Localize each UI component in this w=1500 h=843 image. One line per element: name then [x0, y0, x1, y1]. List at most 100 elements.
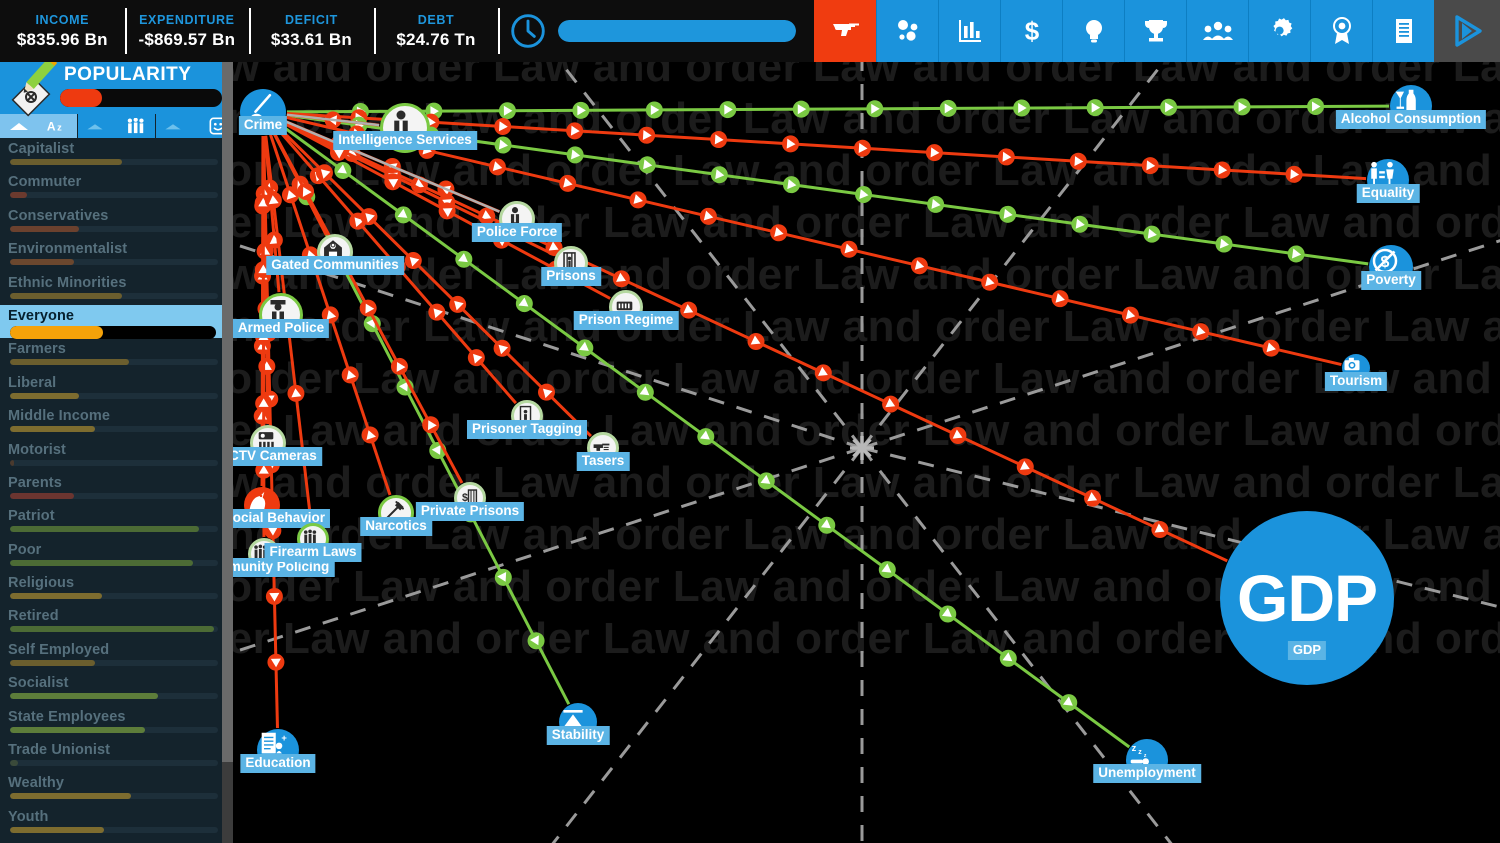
voter-group-row[interactable]: State Employees — [0, 706, 233, 739]
voter-group-bar — [10, 192, 218, 199]
sort-population-button[interactable] — [78, 114, 156, 138]
voter-group-label: Motorist — [8, 441, 66, 458]
voter-group-row[interactable]: Socialist — [0, 672, 233, 705]
tab-awards[interactable] — [1310, 0, 1373, 62]
graph-node-firearm-laws[interactable]: Firearm Laws — [264, 523, 362, 562]
voter-group-row[interactable]: Retired — [0, 605, 233, 638]
voter-group-row[interactable]: Motorist — [0, 439, 233, 472]
voter-group-row[interactable]: Wealthy — [0, 772, 233, 805]
graph-node-label: Firearm Laws — [264, 543, 362, 562]
top-toolbar: INCOME $835.96 Bn EXPENDITURE -$869.57 B… — [0, 0, 1500, 62]
graph-node-poverty[interactable]: $Poverty — [1361, 245, 1421, 290]
policy-link — [286, 116, 1342, 367]
voter-group-bar — [10, 659, 218, 666]
play-icon — [1455, 15, 1482, 47]
tab-voters[interactable] — [1186, 0, 1249, 62]
voter-group-row[interactable]: Self Employed — [0, 639, 233, 672]
camera-icon — [1344, 357, 1360, 371]
voter-group-row[interactable]: Ethnic Minorities — [0, 272, 233, 305]
triangle-up-icon — [10, 123, 28, 130]
voter-group-bar-fill — [10, 526, 200, 533]
voter-group-bar-fill — [10, 793, 131, 800]
pistol-icon — [832, 23, 859, 36]
tab-achievements[interactable] — [1124, 0, 1187, 62]
graph-node-cctv-cameras[interactable]: CCTV Cameras — [233, 425, 322, 466]
graph-node-label: Stability — [546, 726, 610, 745]
voter-group-label: Ethnic Minorities — [8, 274, 127, 291]
stat-deficit: DEFICIT $33.61 Bn — [249, 0, 374, 62]
voter-group-row[interactable]: Youth — [0, 806, 233, 839]
graph-node-label: Prisoner Tagging — [466, 420, 588, 439]
voter-group-row[interactable]: Patriot — [0, 505, 233, 538]
voter-group-row[interactable]: Parents — [0, 472, 233, 505]
svg-text:z: z — [1138, 749, 1142, 756]
tab-policies[interactable] — [1062, 0, 1125, 62]
graph-node-antisocial-behavior[interactable]: Antisocial Behavior — [233, 487, 331, 528]
policy-graph-canvas[interactable]: Law and order Law and order Law and orde… — [233, 62, 1500, 843]
voter-group-bar — [10, 159, 218, 165]
graph-node-stability[interactable]: Stability — [546, 703, 610, 745]
voter-group-label: Commuter — [8, 174, 82, 191]
voter-group-bar-fill — [10, 726, 146, 733]
graph-node-label: Equality — [1356, 184, 1420, 203]
graph-node-education[interactable]: + Education — [240, 729, 316, 773]
graph-node-prisons[interactable]: Prisons — [541, 246, 601, 286]
graph-node-tourism[interactable]: Tourism — [1324, 354, 1388, 391]
voter-group-row[interactable]: Middle Income — [0, 405, 233, 438]
voter-group-bar — [10, 726, 218, 733]
people-icon — [127, 118, 144, 134]
sidebar-scrollbar-thumb[interactable] — [222, 62, 233, 762]
voter-group-bar — [10, 359, 218, 366]
tab-law-and-order[interactable] — [814, 0, 877, 62]
voter-group-bar-fill — [10, 459, 15, 466]
voter-group-row[interactable]: Commuter — [0, 171, 233, 204]
bar-chart-icon — [958, 20, 981, 42]
voter-group-label: Liberal — [8, 374, 57, 391]
graph-node-label: Armed Police — [233, 319, 330, 338]
graph-node-prison-regime[interactable]: Prison Regime — [573, 290, 679, 330]
tab-statistics[interactable] — [938, 0, 1001, 62]
graph-node-crime[interactable]: Crime — [238, 89, 288, 135]
voter-group-row[interactable]: Conservatives — [0, 205, 233, 238]
play-button[interactable] — [1434, 0, 1500, 62]
graph-node-tasers[interactable]: Tasers — [576, 432, 630, 471]
sidebar-scrollbar[interactable] — [222, 62, 233, 843]
voter-group-row[interactable]: Trade Unionist — [0, 739, 233, 772]
voter-group-bar — [10, 526, 218, 533]
graph-node-alcohol-consumption[interactable]: Alcohol Consumption — [1335, 85, 1487, 129]
tab-simulation[interactable] — [876, 0, 939, 62]
graph-node-label: Prison Regime — [573, 311, 679, 330]
graph-node-intelligence-services[interactable]: Intelligence Services — [333, 103, 477, 153]
graph-node-prisoner-tagging[interactable]: Prisoner Tagging — [466, 400, 588, 439]
graph-node-equality[interactable]: Equality — [1356, 159, 1420, 203]
voter-group-row[interactable]: Capitalist — [0, 138, 233, 171]
rosette-icon — [1332, 17, 1351, 44]
voter-group-row[interactable]: Liberal — [0, 372, 233, 405]
voter-group-bar — [10, 392, 218, 399]
graph-node-gdp[interactable]: GDP GDP — [1220, 511, 1394, 685]
graph-node-armed-police[interactable]: Armed Police — [233, 293, 330, 338]
voter-group-row[interactable]: Environmentalist — [0, 238, 233, 271]
graph-node-unemployment[interactable]: z z z Unemployment — [1093, 739, 1201, 783]
voter-group-row[interactable]: Religious — [0, 572, 233, 605]
graph-node-private-prisons[interactable]: $ Private Prisons — [415, 482, 525, 521]
graph-node-police-force[interactable]: Police Force — [471, 201, 563, 242]
voter-group-row[interactable]: Poor — [0, 539, 233, 572]
tab-settings[interactable] — [1248, 0, 1311, 62]
voter-group-bar-fill — [10, 192, 27, 199]
graph-node-gated-communities[interactable]: Gated Communities — [266, 234, 404, 275]
voter-group-list[interactable]: Capitalist Commuter Conservatives Environme… — [0, 138, 233, 843]
graph-node-narcotics[interactable]: Narcotics — [360, 495, 432, 536]
voter-group-bar — [10, 559, 218, 566]
voter-group-bar-fill — [10, 626, 214, 633]
voter-group-bar-fill — [10, 492, 75, 499]
link-layer — [233, 62, 1500, 843]
voter-group-row[interactable]: Everyone — [0, 304, 233, 339]
clock-icon — [511, 14, 545, 48]
tab-reports[interactable] — [1372, 0, 1435, 62]
tab-economy[interactable]: $ — [1000, 0, 1063, 62]
voter-group-row[interactable]: Farmers — [0, 338, 233, 371]
voter-group-bar-fill — [10, 292, 123, 299]
gdp-caption: GDP — [1287, 641, 1327, 660]
voter-group-label: State Employees — [8, 708, 126, 725]
